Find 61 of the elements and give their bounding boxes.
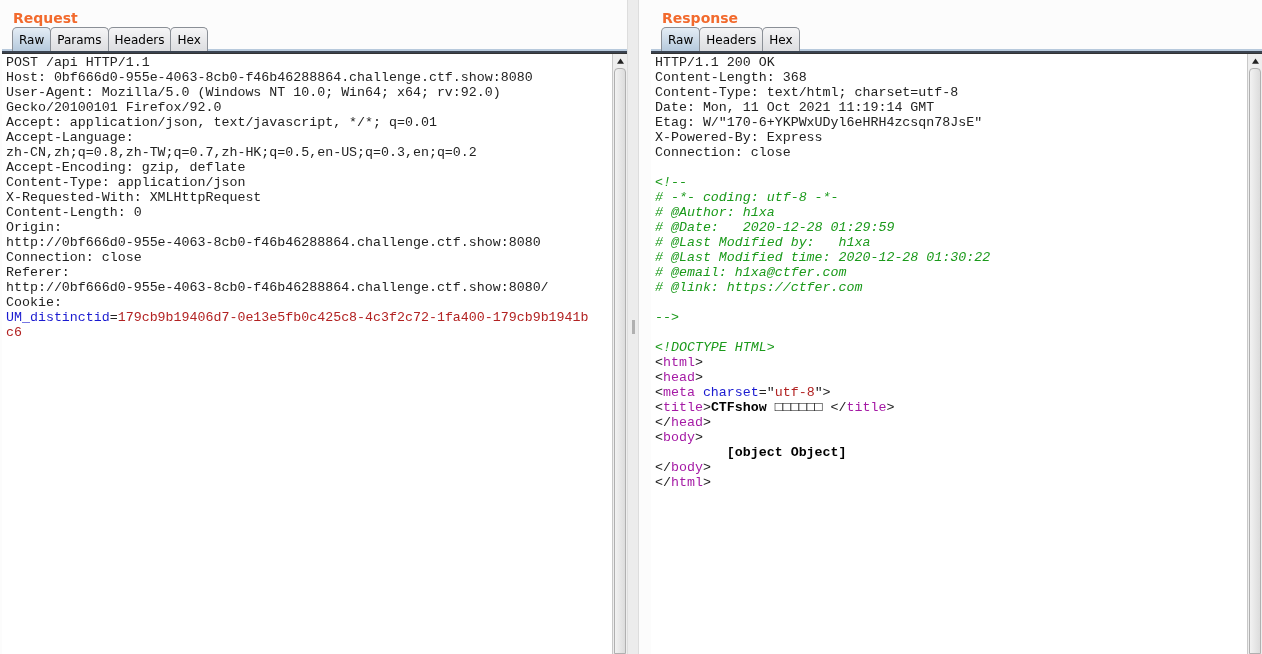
tab[interactable]: Headers: [699, 27, 764, 51]
code-line: Etag: W/"170-6+YKPWxUDyl6eHRH4zcsqn78JsE": [655, 115, 984, 130]
code-line: Accept-Encoding: gzip, deflate: [6, 160, 247, 175]
code-line: Content-Length: 368: [655, 70, 808, 85]
code-line: http://0bf666d0-955e-4063-8cb0-f46b46288864.challenge.ctf.show:8080/: [6, 280, 550, 295]
scroll-thumb[interactable]: [1249, 68, 1261, 654]
scroll-thumb[interactable]: [614, 68, 626, 654]
tab[interactable]: Hex: [170, 27, 208, 51]
code-line: <html>: [655, 355, 704, 370]
code-line: Cookie:: [6, 295, 63, 310]
panel-title: Request: [12, 9, 79, 27]
code-line: <body>: [655, 430, 704, 445]
code-line: <!--: [655, 175, 688, 190]
code-line: Content-Type: text/html; charset=utf-8: [655, 85, 960, 100]
panel-title: Response: [661, 9, 740, 27]
code-line: Referer:: [6, 265, 71, 280]
tab[interactable]: Raw: [12, 27, 52, 51]
tab[interactable]: Headers: [107, 27, 172, 51]
code-line: http://0bf666d0-955e-4063-8cb0-f46b46288864.challenge.ctf.show:8080: [6, 235, 542, 250]
code-line: UM_distinctid=179cb9b19406d7-0e13e5fb0c425c8-4c3f2c72-1fa400-179cb9b1941b: [6, 310, 590, 325]
splitter-handle[interactable]: [627, 0, 639, 654]
code-line: # @Author: h1xa: [655, 205, 776, 220]
code-line: # -*- coding: utf-8 -*-: [655, 190, 840, 205]
code-line: # @link: https://ctfer.com: [655, 280, 864, 295]
code-line: X-Powered-By: Express: [655, 130, 824, 145]
code-line: User-Agent: Mozilla/5.0 (Windows NT 10.0; Win64; x64; rv:92.0): [6, 85, 502, 100]
code-line: Connection: close: [6, 250, 143, 265]
code-line: # @Date: 2020-12-28 01:29:59: [655, 220, 896, 235]
code-line: <title>CTFshow □□□□□□ </title>: [655, 400, 896, 415]
scroll-up-icon[interactable]: [1251, 58, 1259, 64]
code-line: # @Last Modified by: h1xa: [655, 235, 872, 250]
code-line: c6: [6, 325, 23, 340]
code-line: Gecko/20100101 Firefox/92.0: [6, 100, 223, 115]
code-line: Accept: application/json, text/javascript, */*; q=0.01: [6, 115, 438, 130]
code-line: Connection: close: [655, 145, 792, 160]
code-line: <head>: [655, 370, 704, 385]
code-line: zh-CN,zh;q=0.8,zh-TW;q=0.7,zh-HK;q=0.5,en-US;q=0.3,en;q=0.2: [6, 145, 478, 160]
code-line: Content-Type: application/json: [6, 175, 247, 190]
code-line: Date: Mon, 11 Oct 2021 11:19:14 GMT: [655, 100, 936, 115]
code-line: X-Requested-With: XMLHttpRequest: [6, 190, 263, 205]
code-line: </body>: [655, 460, 712, 475]
scroll-up-icon[interactable]: [616, 58, 624, 64]
code-line: <!DOCTYPE HTML>: [655, 340, 776, 355]
code-line: [object Object]: [725, 445, 848, 460]
code-line: </head>: [655, 415, 712, 430]
code-line: Content-Length: 0: [6, 205, 143, 220]
code-line: # @Last Modified time: 2020-12-28 01:30:22: [655, 250, 992, 265]
code-line: <meta charset="utf-8">: [655, 385, 832, 400]
code-line: Host: 0bf666d0-955e-4063-8cb0-f46b46288864.challenge.ctf.show:8080: [6, 70, 534, 85]
code-line: Accept-Language:: [6, 130, 135, 145]
code-line: Origin:: [6, 220, 63, 235]
code-line: </html>: [655, 475, 712, 490]
code-line: -->: [655, 310, 680, 325]
tab[interactable]: Hex: [762, 27, 800, 51]
scrollbar[interactable]: [1247, 54, 1262, 654]
scrollbar[interactable]: [612, 54, 627, 654]
code-line: POST /api HTTP/1.1: [6, 55, 151, 70]
code-line: # @email: h1xa@ctfer.com: [655, 265, 848, 280]
code-line: HTTP/1.1 200 OK: [655, 55, 776, 70]
tab[interactable]: Raw: [661, 27, 701, 51]
tab[interactable]: Params: [50, 27, 109, 51]
